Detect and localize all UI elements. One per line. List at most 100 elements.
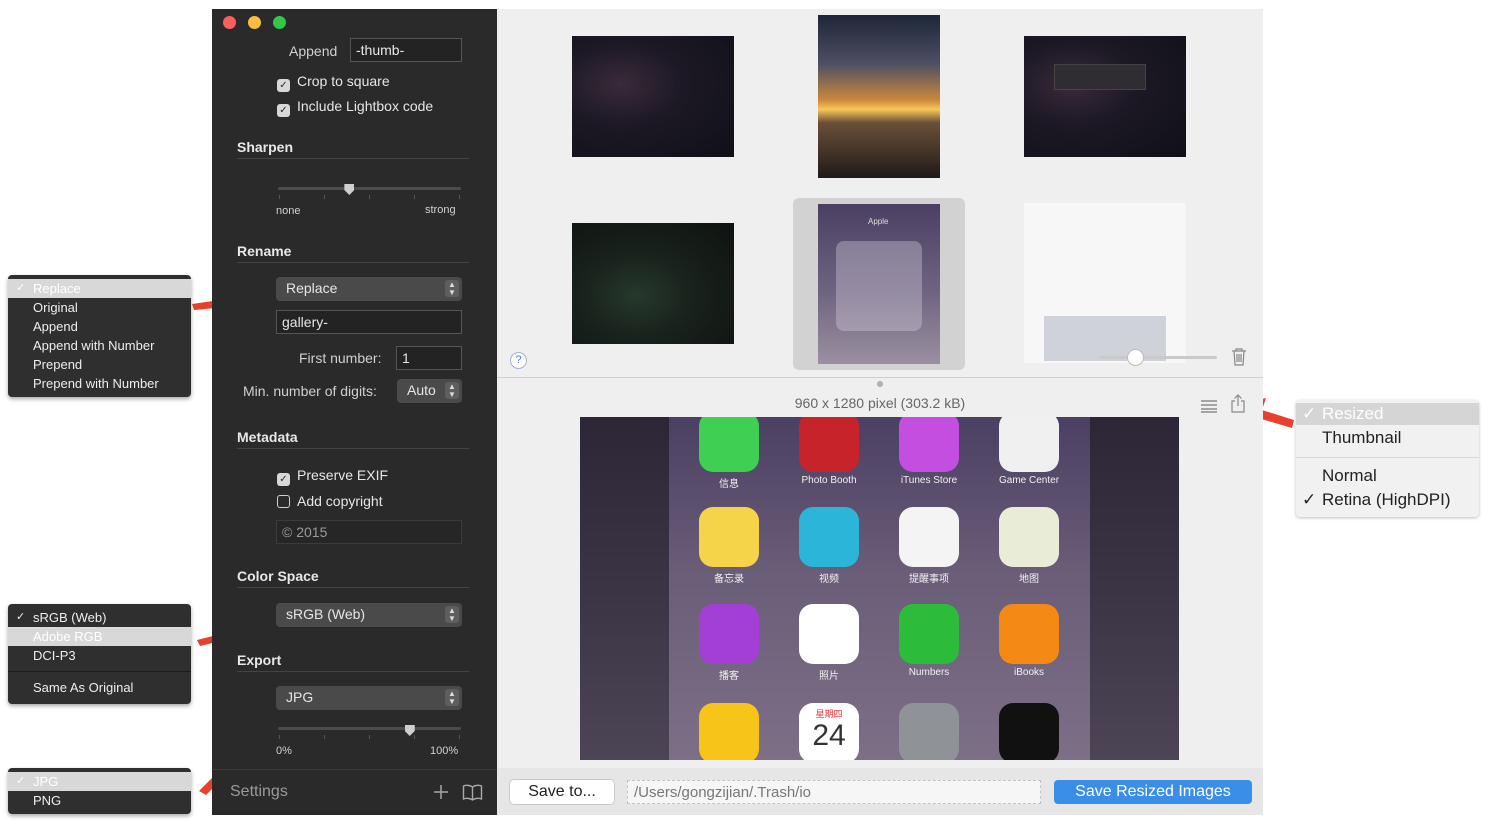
trash-icon[interactable]	[1231, 347, 1247, 366]
output-menu-item-thumbnail[interactable]: Thumbnail	[1296, 427, 1479, 449]
app-icon-label: Numbers	[908, 667, 950, 678]
app-icon-tile[interactable]	[699, 703, 759, 760]
app-icon-tile[interactable]: Numbers	[899, 604, 959, 681]
app-icon-label: Game Center	[999, 475, 1060, 486]
menu-separator	[1296, 457, 1479, 458]
copyright-input[interactable]: © 2015	[276, 520, 462, 544]
selected-thumbnail-frame[interactable]: Apple	[793, 198, 965, 370]
quality-min-label: 0%	[276, 745, 292, 757]
color-space-popup[interactable]: sRGB (Web) ▲ ▼	[276, 603, 462, 627]
app-icon-tile[interactable]: 地图	[999, 507, 1059, 585]
colorspace-menu-item-dci-p3[interactable]: DCI-P3	[8, 646, 191, 665]
book-icon[interactable]	[462, 784, 483, 801]
output-menu-item-normal[interactable]: Normal	[1296, 465, 1479, 487]
append-label: Append	[289, 43, 338, 59]
rename-menu-item-replace[interactable]: ✓ Replace	[8, 279, 191, 298]
app-icon-label: iTunes Store	[900, 475, 958, 486]
first-number-input[interactable]: 1	[396, 346, 462, 370]
preserve-exif-checkbox[interactable]: ✓ Preserve EXIF	[277, 467, 388, 486]
app-icon-label: 照片	[819, 671, 839, 682]
app-icon-tile[interactable]	[899, 703, 959, 760]
image-thumbnail[interactable]	[572, 36, 734, 157]
output-options-menu: ✓ Resized Thumbnail Normal ✓ Retina (HighD…	[1296, 400, 1479, 517]
zoom-window-button[interactable]	[273, 16, 286, 29]
image-thumbnail[interactable]	[1024, 36, 1186, 157]
rename-menu-item-append-number[interactable]: Append with Number	[8, 336, 191, 355]
colorspace-menu-item-same-as-original[interactable]: Same As Original	[8, 678, 191, 697]
checkbox-unchecked-icon	[277, 495, 290, 508]
colorspace-menu-item-srgb[interactable]: ✓ sRGB (Web)	[8, 608, 191, 627]
app-icon-tile[interactable]: Game Center	[999, 417, 1059, 489]
checkbox-checked-icon: ✓	[277, 104, 290, 117]
first-number-label: First number:	[299, 350, 382, 366]
save-resized-images-button[interactable]: Save Resized Images	[1054, 780, 1252, 804]
format-menu: ✓ JPG PNG	[8, 768, 191, 814]
output-menu-item-retina[interactable]: ✓ Retina (HighDPI)	[1296, 489, 1479, 511]
add-copyright-checkbox[interactable]: Add copyright	[277, 493, 383, 509]
thumbnail-size-slider-knob[interactable]	[1128, 350, 1144, 365]
app-icon-tile[interactable]: 视频	[799, 507, 859, 585]
slider-tick	[324, 195, 325, 199]
share-icon[interactable]	[1230, 394, 1246, 413]
sharpen-slider[interactable]	[278, 187, 461, 190]
settings-sidebar: Append -thumb- ✓ Crop to square ✓ Include …	[212, 9, 497, 815]
image-thumbnail: Apple	[818, 204, 940, 364]
image-thumbnail[interactable]	[572, 223, 734, 344]
minimize-window-button[interactable]	[248, 16, 261, 29]
settings-label[interactable]: Settings	[230, 783, 288, 801]
split-handle-dot[interactable]	[877, 381, 883, 387]
up-down-arrows-icon: ▲ ▼	[445, 382, 459, 399]
app-icon	[999, 604, 1059, 664]
format-menu-item-jpg[interactable]: ✓ JPG	[8, 772, 191, 791]
slider-tick	[369, 195, 370, 199]
app-icon-tile[interactable]: 备忘录	[699, 507, 759, 585]
save-to-button[interactable]: Save to...	[510, 780, 614, 804]
help-button[interactable]: ?	[510, 352, 527, 369]
app-icon-tile[interactable]	[999, 703, 1059, 760]
min-digits-popup[interactable]: Auto ▲ ▼	[397, 379, 462, 403]
format-menu-item-png[interactable]: PNG	[8, 791, 191, 810]
include-lightbox-checkbox[interactable]: ✓ Include Lightbox code	[277, 98, 433, 117]
app-icon-tile[interactable]: iBooks	[999, 604, 1059, 681]
app-icon-tile[interactable]: 信息	[699, 417, 759, 490]
rename-mode-popup[interactable]: Replace ▲ ▼	[276, 277, 462, 301]
app-icon-tile[interactable]: 星期四 24	[799, 703, 859, 760]
slider-tick	[459, 735, 460, 739]
app-icon-tile[interactable]: 播客	[699, 604, 759, 682]
export-heading: Export	[237, 652, 282, 668]
sharpen-slider-knob[interactable]	[344, 184, 355, 195]
app-icon-tile[interactable]: 提醒事项	[899, 507, 959, 585]
list-menu-icon[interactable]	[1200, 399, 1218, 413]
thumbnail-keyboard	[1044, 316, 1166, 361]
up-down-arrows-icon: ▲ ▼	[445, 280, 459, 297]
rename-menu-item-prepend[interactable]: Prepend	[8, 355, 191, 374]
metadata-heading: Metadata	[237, 429, 298, 445]
split-divider[interactable]	[497, 377, 1263, 378]
thumbnail-size-slider[interactable]	[1100, 356, 1217, 359]
output-path-field[interactable]: /Users/gongzijian/.Trash/io	[627, 780, 1041, 804]
rename-text-input[interactable]: gallery-	[276, 310, 462, 334]
export-format-popup[interactable]: JPG ▲ ▼	[276, 686, 462, 710]
rename-menu-item-prepend-number[interactable]: Prepend with Number	[8, 374, 191, 393]
app-icon	[699, 604, 759, 664]
append-input[interactable]: -thumb-	[350, 38, 462, 62]
colorspace-menu: ✓ sRGB (Web) Adobe RGB DCI-P3 Same As Ori…	[8, 604, 191, 704]
plus-icon[interactable]	[433, 784, 449, 800]
rename-menu-item-original[interactable]: Original	[8, 298, 191, 317]
crop-to-square-checkbox[interactable]: ✓ Crop to square	[277, 73, 390, 92]
rename-menu-item-append[interactable]: Append	[8, 317, 191, 336]
quality-slider[interactable]	[278, 727, 461, 730]
slider-tick	[414, 735, 415, 739]
slider-tick	[414, 195, 415, 199]
checkmark-icon: ✓	[16, 611, 26, 623]
output-menu-item-resized[interactable]: ✓ Resized	[1296, 403, 1479, 425]
image-thumbnail[interactable]	[1024, 203, 1186, 363]
app-icon-tile[interactable]: iTunes Store	[899, 417, 959, 489]
close-window-button[interactable]	[223, 16, 236, 29]
app-icon-tile[interactable]: 照片	[799, 604, 859, 682]
slider-tick	[279, 195, 280, 199]
sharpen-min-label: none	[276, 205, 301, 217]
image-thumbnail[interactable]	[818, 15, 940, 178]
colorspace-menu-item-adobe-rgb[interactable]: Adobe RGB	[8, 627, 191, 646]
app-icon-tile[interactable]: Photo Booth	[799, 417, 859, 489]
